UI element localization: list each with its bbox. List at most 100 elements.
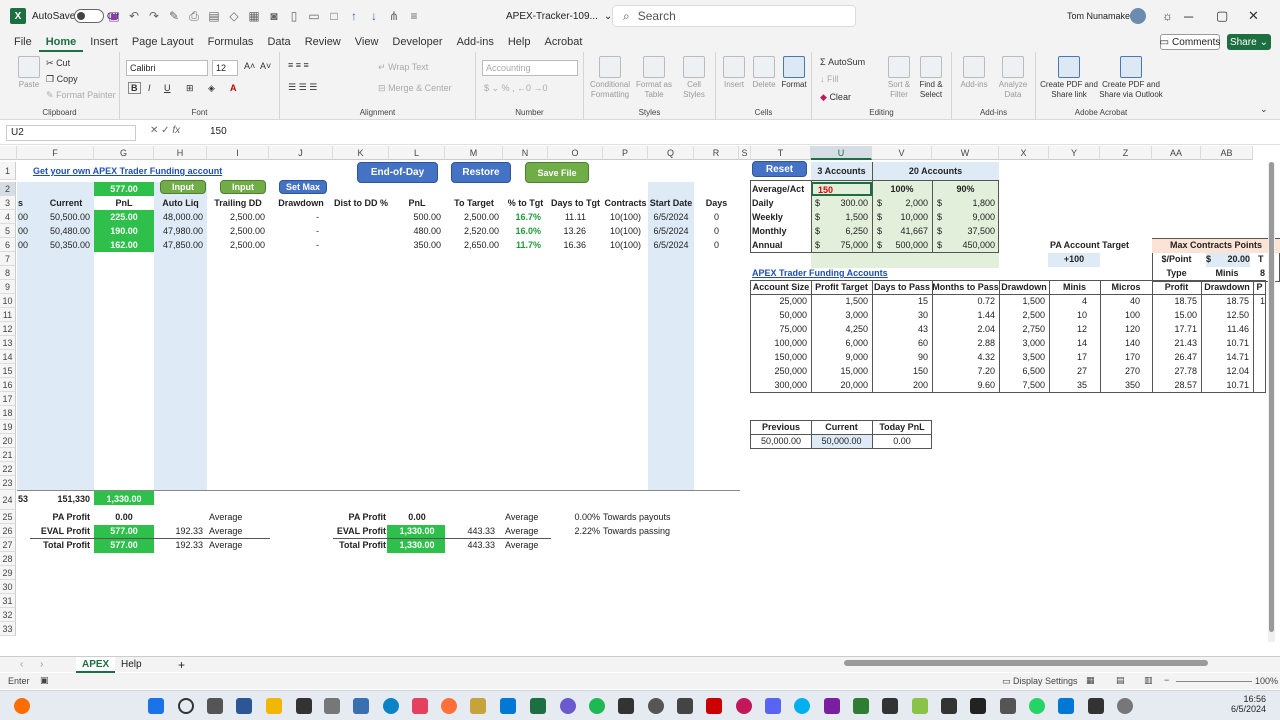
reset-button[interactable]: Reset <box>752 161 807 177</box>
end-of-day-button[interactable]: End-of-Day <box>357 162 438 183</box>
row-header[interactable]: 3 <box>0 196 16 210</box>
apex-funding-link[interactable]: Get your own APEX Trader Funding account <box>33 165 233 179</box>
cell[interactable]: 00 <box>18 211 38 225</box>
col-header-q[interactable]: Q <box>648 146 694 160</box>
cell[interactable]: 90 <box>872 351 928 365</box>
cut-button[interactable]: ✂ Cut <box>46 58 70 69</box>
cell[interactable]: 16.7% <box>503 211 541 225</box>
app-icon[interactable] <box>1117 698 1133 714</box>
zoom-level[interactable]: 100% <box>1255 676 1278 686</box>
row-header[interactable]: 6 <box>0 238 16 252</box>
delete-cells-button[interactable]: Delete <box>750 56 778 90</box>
cell[interactable]: 47,850.00 <box>154 239 203 253</box>
input-button-1[interactable]: Input <box>160 180 206 194</box>
row-header[interactable]: 9 <box>0 280 16 294</box>
cell[interactable]: 0 <box>694 225 739 239</box>
row-header[interactable]: 17 <box>0 392 16 406</box>
funding-accounts-title[interactable]: APEX Trader Funding Accounts <box>752 267 952 281</box>
cell[interactable]: - <box>269 225 319 239</box>
col-header-s[interactable]: S <box>739 146 751 160</box>
sheet-tab-help[interactable]: Help <box>115 657 148 673</box>
currency-icon[interactable]: $ ⌄ % , ←0 →0 <box>484 83 548 94</box>
pnl-today[interactable]: 0.00 <box>872 435 932 449</box>
create-pdf-outlook-button[interactable]: Create PDF and Share via Outlook <box>1098 56 1164 100</box>
app-icon[interactable] <box>470 698 486 714</box>
cell[interactable]: 11.7% <box>503 239 541 253</box>
tab-developer[interactable]: Developer <box>385 32 449 52</box>
share-button[interactable]: Share ⌄ <box>1227 34 1271 50</box>
col-header-g[interactable]: G <box>94 146 154 160</box>
cell[interactable] <box>1253 323 1265 337</box>
cell[interactable]: 500.00 <box>389 211 441 225</box>
task-view-icon[interactable] <box>207 698 223 714</box>
app-icon[interactable] <box>912 698 928 714</box>
cell[interactable]: 20,000 <box>811 379 868 393</box>
normal-view-icon[interactable]: ▦ <box>1086 675 1095 686</box>
cell[interactable]: 12.04 <box>1201 365 1249 379</box>
tab-home[interactable]: Home <box>38 32 84 52</box>
analyze-data-button[interactable]: Analyze Data <box>994 56 1032 100</box>
cell[interactable]: 10(100) <box>603 211 648 225</box>
cell[interactable]: 13.26 <box>548 225 586 239</box>
cell[interactable]: 4,250 <box>811 323 868 337</box>
spreadsheet-grid[interactable]: F G H I J K L M N O P Q R S T U V W X Y … <box>0 146 1280 656</box>
cell[interactable]: 10(100) <box>603 225 648 239</box>
app-icon[interactable] <box>560 698 576 714</box>
org-icon[interactable]: ⋔ <box>386 8 402 24</box>
display-settings[interactable]: ▭ Display Settings <box>1002 676 1078 687</box>
pnl-current[interactable]: 50,000.00 <box>811 435 872 449</box>
spotify-icon[interactable] <box>589 698 605 714</box>
row-header[interactable]: 25 <box>0 510 16 524</box>
cell[interactable]: 162.00 <box>94 239 154 253</box>
avatar[interactable] <box>1130 0 1146 32</box>
cell[interactable]: 140 <box>1100 337 1140 351</box>
app-icon[interactable] <box>500 698 516 714</box>
maximize-icon[interactable]: ▢ <box>1216 0 1248 32</box>
cell[interactable]: 47,980.00 <box>154 225 203 239</box>
row-header[interactable]: 20 <box>0 434 16 448</box>
row-header[interactable]: 5 <box>0 224 16 238</box>
excel-taskbar-icon[interactable] <box>530 698 546 714</box>
cell[interactable]: 15.00 <box>1152 309 1197 323</box>
input-button-2[interactable]: Input <box>220 180 266 194</box>
cell[interactable] <box>1253 351 1265 365</box>
cell[interactable]: 21.43 <box>1152 337 1197 351</box>
app-icon[interactable] <box>882 698 898 714</box>
row-header[interactable]: 31 <box>0 594 16 608</box>
cell[interactable] <box>1253 337 1265 351</box>
lightbulb-icon[interactable]: ☼ <box>1162 0 1173 32</box>
col-header-ab[interactable]: AB <box>1201 146 1253 160</box>
cell[interactable]: 3,000 <box>999 337 1045 351</box>
cell[interactable]: 12.50 <box>1201 309 1249 323</box>
cell[interactable]: 15 <box>872 295 928 309</box>
sort-desc-icon[interactable]: ↓ <box>366 8 382 24</box>
cell[interactable]: 170 <box>1100 351 1140 365</box>
cell[interactable]: 225.00 <box>94 211 154 225</box>
pages-icon[interactable]: ▭ <box>306 8 322 24</box>
search-icon[interactable] <box>178 698 194 714</box>
summary-avg[interactable]: 192.33 <box>154 525 203 539</box>
col-header-u[interactable]: U <box>811 146 872 160</box>
cell[interactable]: 2,520.00 <box>445 225 499 239</box>
row-header[interactable]: 15 <box>0 364 16 378</box>
cell[interactable]: 17.71 <box>1152 323 1197 337</box>
cell-s24[interactable]: 53 <box>18 493 38 507</box>
shrink-font-icon[interactable]: A˅ <box>260 61 271 71</box>
table-icon[interactable]: ▦ <box>246 8 262 24</box>
cell[interactable]: 1,800 <box>947 197 995 211</box>
collapse-ribbon-icon[interactable]: ⌄ <box>1260 104 1268 115</box>
row-header[interactable]: 4 <box>0 210 16 224</box>
user-name[interactable]: Tom Nunamaker <box>1067 0 1133 32</box>
cell[interactable]: - <box>269 211 319 225</box>
cell[interactable]: 1 <box>1253 295 1265 309</box>
underline-icon[interactable]: U <box>164 83 171 93</box>
cell[interactable]: 0 <box>694 239 739 253</box>
row-header[interactable]: 10 <box>0 294 16 308</box>
cell[interactable] <box>1253 379 1265 393</box>
cell[interactable]: 200 <box>872 379 928 393</box>
cell-f24[interactable]: 151,330 <box>38 493 90 507</box>
row-header[interactable]: 1 <box>0 162 16 180</box>
col-header-l[interactable]: L <box>389 146 445 160</box>
align-top-icon[interactable]: ≡ ≡ ≡ <box>288 60 309 70</box>
copy-button[interactable]: ❐ Copy <box>46 74 78 85</box>
